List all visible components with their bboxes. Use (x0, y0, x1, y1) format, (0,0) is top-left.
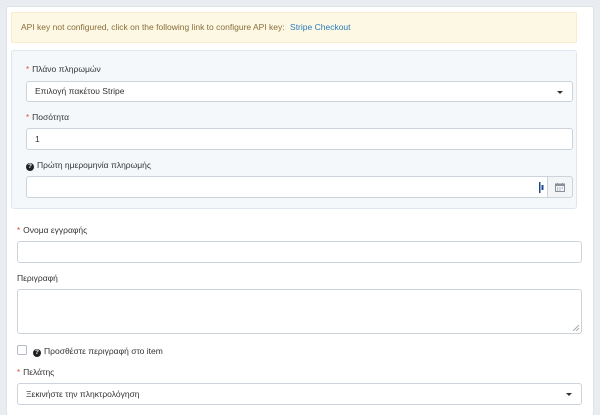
chevron-down-icon (566, 393, 572, 396)
required-mark: * (17, 368, 21, 377)
calendar-icon (555, 183, 565, 192)
customer-label: * Πελάτης (17, 367, 55, 377)
add-description-label[interactable]: ? Προσθέστε περιγραφή στο item (33, 346, 163, 357)
question-circle-icon[interactable]: ? (33, 349, 41, 357)
quantity-value: 1 (35, 134, 40, 144)
required-mark: * (17, 226, 21, 235)
required-mark: * (26, 65, 30, 74)
description-label: Περιγραφή (17, 273, 58, 283)
quantity-label: * Ποσότητα (26, 112, 70, 122)
plan-label: * Πλάνο πληρωμών (26, 64, 101, 74)
plan-selected-value: Επιλογή πακέτου Stripe (35, 86, 125, 96)
required-mark: * (26, 113, 30, 122)
stripe-checkout-link[interactable]: Stripe Checkout (290, 22, 350, 32)
add-description-checkbox[interactable] (17, 345, 27, 355)
subscription-name-input[interactable] (17, 241, 582, 263)
plan-select[interactable]: Επιλογή πακέτου Stripe (26, 81, 573, 102)
quantity-input[interactable]: 1 (26, 128, 573, 150)
api-key-alert: API key not configured, click on the fol… (11, 12, 577, 43)
subscription-name-label: * Ονομα εγγραφής (17, 225, 88, 235)
first-payment-date-input[interactable] (26, 176, 548, 198)
customer-select[interactable]: Ξεκινήστε την πληκτρολόγηση (17, 383, 582, 405)
customer-placeholder: Ξεκινήστε την πληκτρολόγηση (26, 389, 140, 399)
text-cursor-icon (539, 182, 544, 193)
chevron-down-icon (557, 90, 563, 94)
resize-grip-icon[interactable] (573, 325, 579, 331)
alert-message: API key not configured, click on the fol… (21, 22, 285, 32)
calendar-button[interactable] (547, 176, 573, 198)
first-payment-date-label: ? Πρώτη ημερομηνία πληρωμής (26, 160, 151, 171)
description-textarea[interactable] (17, 289, 582, 334)
question-circle-icon[interactable]: ? (26, 163, 34, 171)
